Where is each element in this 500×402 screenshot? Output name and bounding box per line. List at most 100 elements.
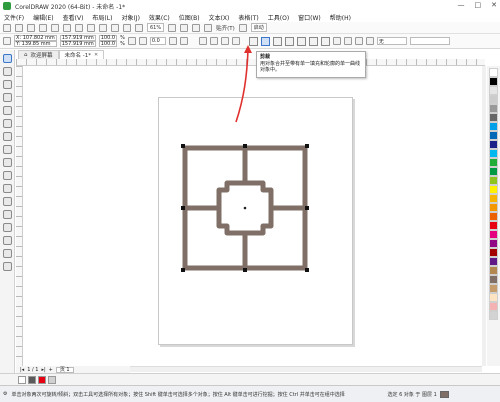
weld-button[interactable] [248,36,258,46]
interactive-fill-tool-icon[interactable] [2,249,12,258]
paste-icon[interactable] [75,23,83,32]
front-minus-back-button[interactable] [296,36,306,46]
document-color-3[interactable] [48,375,56,384]
vertical-ruler[interactable] [16,66,23,366]
palette-swatch-3[interactable] [489,95,498,104]
line-style-select[interactable] [409,37,450,45]
drawing-canvas[interactable] [23,66,485,366]
guidelines-icon[interactable] [204,23,213,32]
print-icon[interactable] [39,23,47,32]
last-page-icon[interactable]: ▸| [41,367,45,373]
document-color-0[interactable] [18,375,26,384]
first-page-icon[interactable]: |◂ [20,367,24,373]
palette-swatch-25[interactable] [489,293,498,302]
palette-swatch-16[interactable] [489,212,498,221]
tab-document[interactable]: 未命名 -1* ✕ [58,50,105,59]
height-input[interactable]: 157.919 mm [59,41,96,47]
outline-width-select[interactable]: 无 [376,37,407,45]
launch-select[interactable]: 启动 [250,23,267,32]
palette-swatch-26[interactable] [489,302,498,311]
menu-text[interactable]: 文本(X) [209,13,230,22]
palette-swatch-11[interactable] [489,167,498,176]
pick-tool-icon[interactable] [2,54,12,63]
combine-icon[interactable] [198,37,207,45]
fill-color-swatch[interactable] [439,390,449,398]
palette-swatch-0[interactable] [489,68,498,77]
parallel-dimension-tool-icon[interactable] [2,184,12,193]
document-color-2[interactable] [38,375,46,384]
y-position-input[interactable]: Y: 139.85 mm [14,41,57,47]
menu-bitmaps[interactable]: 位图(B) [179,13,200,22]
palette-swatch-8[interactable] [489,140,498,149]
palette-swatch-10[interactable] [489,158,498,167]
palette-swatch-5[interactable] [489,113,498,122]
undo-icon[interactable] [87,23,95,32]
menu-effects[interactable]: 效果(C) [149,13,170,22]
create-boundary-button[interactable] [320,36,330,46]
mirror-horizontal-icon[interactable] [168,37,177,45]
copy-icon[interactable] [63,23,71,32]
convert-to-curves-icon[interactable] [365,37,374,45]
full-screen-icon[interactable] [168,23,177,32]
palette-swatch-17[interactable] [489,221,498,230]
text-tool-icon[interactable] [2,171,12,180]
artistic-media-tool-icon[interactable] [2,119,12,128]
group-icon[interactable] [209,37,218,45]
palette-swatch-9[interactable] [489,149,498,158]
minimize-button[interactable]: — [458,1,465,9]
rulers-icon[interactable] [180,23,189,32]
snap-to-button[interactable]: 贴齐(T) [216,24,235,32]
palette-swatch-18[interactable] [489,230,498,239]
palette-swatch-21[interactable] [489,257,498,266]
menu-help[interactable]: 帮助(H) [330,13,351,22]
menu-view[interactable]: 查看(V) [63,13,84,22]
trim-button[interactable] [260,36,270,46]
intersect-button[interactable] [272,36,282,46]
save-icon[interactable] [27,23,35,32]
scale-height-input[interactable]: 100.0 [98,41,118,47]
palette-swatch-24[interactable] [489,284,498,293]
palette-swatch-2[interactable] [489,86,498,95]
ellipse-tool-icon[interactable] [2,145,12,154]
palette-swatch-23[interactable] [489,275,498,284]
menu-table[interactable]: 表格(T) [238,13,258,22]
import-icon[interactable] [111,23,119,32]
freehand-tool-icon[interactable] [2,106,12,115]
add-page-icon[interactable]: + [49,367,53,373]
vertical-scrollbar[interactable] [482,66,486,366]
zoom-level-select[interactable]: 61% [147,23,165,32]
eyedropper-tool-icon[interactable] [2,236,12,245]
palette-swatch-27[interactable] [489,311,498,320]
back-minus-front-button[interactable] [308,36,318,46]
to-back-icon[interactable] [354,37,363,45]
transparency-tool-icon[interactable] [2,223,12,232]
palette-swatch-12[interactable] [489,176,498,185]
rotate-icon[interactable] [138,37,147,45]
simplify-button[interactable] [284,36,294,46]
palette-swatch-19[interactable] [489,239,498,248]
gear-icon[interactable]: ⚙ [3,391,7,397]
horizontal-scrollbar[interactable] [130,366,482,372]
menu-tools[interactable]: 工具(O) [268,13,289,22]
palette-swatch-22[interactable] [489,266,498,275]
selected-shapes[interactable] [165,136,325,286]
palette-swatch-20[interactable] [489,248,498,257]
open-folder-icon[interactable] [15,23,23,32]
add-tool-icon[interactable] [2,262,12,271]
menu-layout[interactable]: 布局(L) [92,13,112,22]
crop-tool-icon[interactable] [2,80,12,89]
export-icon[interactable] [123,23,131,32]
rectangle-tool-icon[interactable] [2,132,12,141]
horizontal-ruler[interactable] [16,59,485,66]
menu-file[interactable]: 文件(F) [4,13,24,22]
options-gear-icon[interactable] [238,23,247,32]
drop-shadow-tool-icon[interactable] [2,210,12,219]
mirror-vertical-icon[interactable] [179,37,188,45]
publish-pdf-icon[interactable] [135,23,143,32]
ungroup-icon[interactable] [220,37,229,45]
preset-icon[interactable] [3,37,11,45]
palette-swatch-1[interactable] [489,77,498,86]
shape-tool-icon[interactable] [2,67,12,76]
palette-swatch-7[interactable] [489,131,498,140]
to-front-icon[interactable] [343,37,352,45]
